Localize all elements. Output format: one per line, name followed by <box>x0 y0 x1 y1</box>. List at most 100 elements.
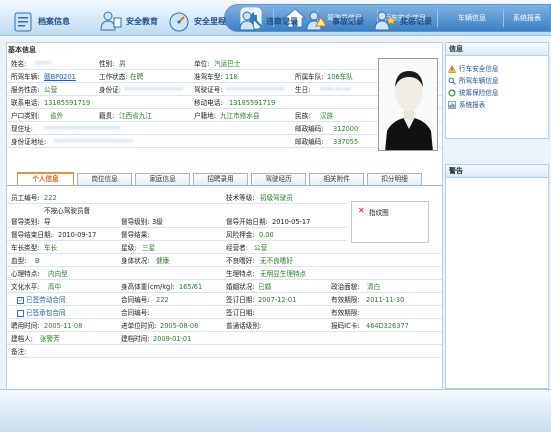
value-ethnicity: 汉族 <box>320 112 334 120</box>
label-physiology: 生理特点: <box>226 270 255 278</box>
side-link-label: 系统报表 <box>459 101 486 109</box>
label-operator: 经营者: <box>226 244 249 252</box>
safety-education-button[interactable]: 安全教育 <box>98 6 158 36</box>
value-create-date: 2009-01-01 <box>153 335 192 343</box>
reward-records-button[interactable]: 奖惩记录 <box>372 6 432 36</box>
label-supervision-result: 督导结果: <box>121 231 150 239</box>
refresh-icon <box>448 89 456 97</box>
value-operator: 公营 <box>254 244 268 252</box>
personal-row: 备注: <box>7 347 442 358</box>
value-sign-date: 2007-12-01 <box>258 296 297 304</box>
value-psychology: 内向型 <box>48 270 68 278</box>
label-supervision-type: 督导类别: <box>11 218 40 226</box>
info-panel-title: 信息 <box>446 43 548 56</box>
side-link-insurance[interactable]: 统筹保险信息 <box>446 87 548 99</box>
section-title: 基本信息 <box>8 46 36 54</box>
label-work-status: 工作状态: <box>99 73 128 81</box>
value-postcode: 312000 <box>333 125 359 133</box>
broken-image-icon: ✕ <box>358 206 365 215</box>
personal-row: 车长类型: 车长 星级: 三星 经营者: 公营 <box>7 243 442 254</box>
personal-row: 已签承包合同 合同编号: 签订日期: 有效期限: <box>7 308 442 319</box>
archive-label: 档案信息 <box>38 16 70 26</box>
label-supervision-end: 督导结束日期: <box>11 231 53 239</box>
label-ic-card: 报码IC卡: <box>331 322 360 330</box>
value-native-place: 江西省九江 <box>119 112 152 120</box>
value-vehicle-link[interactable]: 赣BP0201 <box>44 72 76 83</box>
nav-reports[interactable]: 系统报表 <box>513 13 541 23</box>
side-link-reports[interactable]: 系统报表 <box>446 99 548 111</box>
side-link-label: 行车安全信息 <box>459 65 499 73</box>
label-license-class: 准驾车型: <box>194 73 223 81</box>
personal-row: 文化水平: 高中 身高体重(cm/kg): 165/61 婚姻状况: 已婚 政治… <box>7 282 442 293</box>
label-political: 政治面貌: <box>331 283 360 291</box>
tab-recruitment[interactable]: 招聘录用 <box>193 173 248 185</box>
supervision-note: 不按心驾驶员督 <box>44 207 91 215</box>
driver-photo <box>378 58 438 151</box>
value-contract-no: 222 <box>156 296 169 304</box>
label-id-card: 身份证: <box>99 86 122 94</box>
label-postcode-2: 邮政编码: <box>295 138 324 146</box>
value-birthday: ****-**-** <box>320 86 352 94</box>
label-id-address: 身份证地址: <box>11 138 47 146</box>
label-vehicle: 所驾车辆: <box>11 73 40 81</box>
basic-row: 所驾车辆: 赣BP0201 工作状态: 在聘 准驾车型: 118 所属车队: 1… <box>7 72 442 83</box>
value-postcode-2: 337055 <box>333 138 359 146</box>
personal-row: ✓ 已签劳动合同 合同编号: 222 签订日期: 2007-12-01 有效期限… <box>7 295 442 306</box>
contract-checkbox[interactable] <box>17 310 24 317</box>
accident-records-button[interactable]: 事故记录 <box>304 6 364 36</box>
safety-mileage-label: 安全里程 <box>194 16 226 26</box>
mileage-icon <box>169 12 189 32</box>
label-vehicle-type: 车长类型: <box>11 244 40 252</box>
label-domicile: 户籍地: <box>194 112 217 120</box>
label-mobile: 移动电话: <box>194 99 223 107</box>
basic-row: 户口类别: 省外 籍贯: 江西省九江 户籍地: 九江市修水县 民族: 汉族 <box>7 111 442 122</box>
value-gender: 男 <box>119 60 126 68</box>
basic-row: 姓名: ***** 性别: 男 单位: 汽运巴士 <box>7 59 442 70</box>
tab-driving-history[interactable]: 驾驶经历 <box>251 173 306 185</box>
education-icon <box>100 11 122 31</box>
fingerprint-box: ✕ 指纹图 <box>351 201 429 243</box>
side-link-label: 所驾车辆信息 <box>459 77 499 85</box>
reward-records-label: 奖惩记录 <box>400 16 432 26</box>
tab-deductions[interactable]: 扣分明细 <box>367 173 422 185</box>
label-mandarin-level: 普通话级别: <box>226 322 262 330</box>
value-supervision-end: 2010-09-17 <box>58 231 97 239</box>
accident-records-label: 事故记录 <box>332 16 364 26</box>
archive-button[interactable]: 档案信息 <box>10 6 70 36</box>
value-supervision-type: 导 <box>44 218 51 226</box>
value-service-type: 公营 <box>44 86 58 94</box>
labor-contract-checkbox[interactable]: ✓ <box>17 297 24 304</box>
basic-row: 身份证地址: ************************ 邮政编码: 33… <box>7 137 442 148</box>
label-risk-deposit: 风险押金: <box>226 231 255 239</box>
basic-row: 现住址: *********************** 邮政编码: 31200… <box>7 124 442 135</box>
tab-personal-info[interactable]: 个人信息 <box>17 172 74 186</box>
label-contract: 已签承包合同 <box>26 309 66 317</box>
personal-row: 员工编号: 222 技术等级: 初级驾驶员 <box>7 193 347 204</box>
side-link-safety[interactable]: 行车安全信息 <box>446 63 548 75</box>
tab-position-info[interactable]: 岗位信息 <box>77 173 132 185</box>
value-phone: 13185591719 <box>44 99 91 107</box>
nav-separator <box>503 9 504 27</box>
tab-attachments[interactable]: 相关附件 <box>309 173 364 185</box>
label-remarks: 备注: <box>11 348 27 356</box>
side-link-vehicles[interactable]: 所驾车辆信息 <box>446 75 548 87</box>
bottom-toolbar <box>0 389 551 432</box>
personal-row: 聘用时间: 2005-11-08 进单位时间: 2005-08-08 普通话级别… <box>7 321 442 332</box>
violation-icon <box>239 11 262 31</box>
warning-icon <box>448 65 456 73</box>
label-height-weight: 身高体重(cm/kg): <box>121 283 176 291</box>
side-link-label: 统筹保险信息 <box>459 89 499 97</box>
value-work-status: 在聘 <box>130 73 144 81</box>
value-driver-license: ****************** <box>225 86 285 94</box>
label-star-level: 星级: <box>121 244 137 252</box>
nav-vehicle-info[interactable]: 车辆信息 <box>458 13 486 23</box>
violation-records-button[interactable]: 违章记录 <box>238 6 298 36</box>
label-hukou-type: 户口类别: <box>11 112 40 120</box>
value-valid-period: 2011-11-30 <box>366 296 405 304</box>
tab-family-info[interactable]: 家庭信息 <box>135 173 190 185</box>
value-name: ***** <box>35 60 52 68</box>
value-political: 清白 <box>367 283 381 291</box>
safety-mileage-button[interactable]: 安全里程 <box>166 6 226 36</box>
info-panel: 信息 行车安全信息 所驾车辆信息 统筹保险信息 系统报表 <box>445 42 549 139</box>
alert-panel-title: 警告 <box>446 165 548 178</box>
